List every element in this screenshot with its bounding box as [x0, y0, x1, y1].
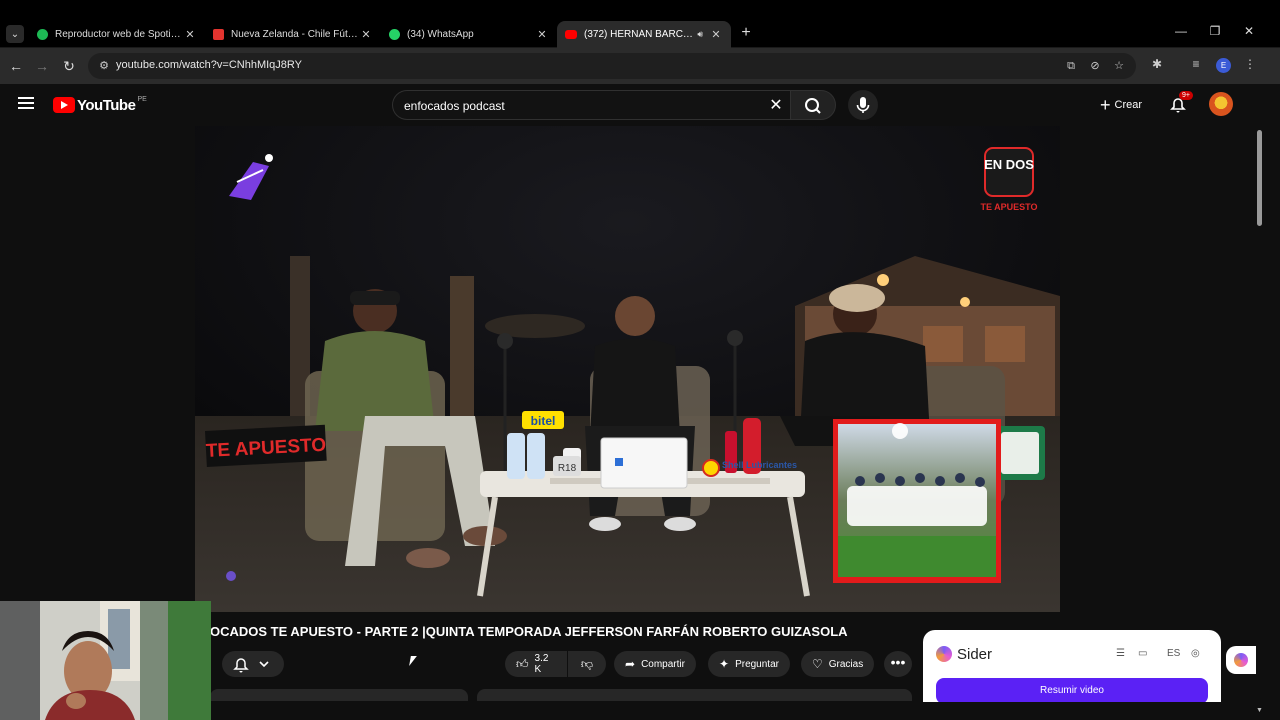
like-count: 3.2 K [534, 653, 549, 675]
browser-tab-futbol[interactable]: Nueva Zelanda - Chile Fútbol C ✕ [205, 21, 381, 48]
microphone-icon [856, 97, 870, 113]
country-code: PE [137, 95, 147, 103]
tab-title: (372) HERNÁN BARCOS EN [584, 29, 698, 40]
browser-tab-spotify[interactable]: Reproductor web de Spotify: m ✕ [29, 21, 205, 48]
summarize-video-button[interactable]: Resumir video [936, 678, 1208, 702]
close-tab-icon[interactable]: ✕ [183, 28, 197, 41]
shell-sponsor-text: Shell Lubricantes [722, 460, 797, 470]
reload-button[interactable]: ↻ [59, 56, 79, 76]
clear-search-icon[interactable]: ✕ [766, 96, 786, 116]
logo-text: YouTube [77, 96, 136, 114]
tab-title: Nueva Zelanda - Chile Fútbol C [231, 29, 359, 40]
create-label: Crear [1114, 99, 1143, 111]
en-dos-logo: EN DOS [984, 157, 1034, 172]
sider-icon [1234, 653, 1248, 667]
list-view-icon[interactable]: ☰ [1116, 648, 1125, 659]
eye-off-icon[interactable]: ⊘ [1086, 57, 1104, 75]
browser-menu-icon[interactable]: ⋮ [1241, 57, 1259, 71]
youtube-play-icon [53, 97, 75, 113]
sider-toggle-button[interactable] [1226, 646, 1256, 674]
browser-toolbar: ← → ↻ ⚙ youtube.com/watch?v=CNhhMIqJ8RY … [0, 48, 1280, 84]
tab-title: (34) WhatsApp [407, 29, 474, 40]
notifications-badge: 9+ [1179, 91, 1193, 100]
close-tab-icon[interactable]: ✕ [535, 28, 549, 41]
new-tab-button[interactable]: + [737, 24, 755, 42]
forward-button[interactable]: → [32, 56, 52, 76]
back-button[interactable]: ← [6, 56, 26, 76]
browser-tab-whatsapp[interactable]: (34) WhatsApp ✕ [381, 21, 557, 48]
notification-settings-button[interactable] [222, 651, 284, 677]
site-settings-icon[interactable]: ⚙ [95, 57, 113, 75]
extensions-icon[interactable]: ✱ [1148, 57, 1166, 71]
te-apuesto-small-logo: TE APUESTO [980, 202, 1037, 212]
settings-icon[interactable]: ◎ [1191, 648, 1200, 659]
more-actions-button[interactable]: ••• [884, 651, 912, 677]
minimize-button[interactable]: — [1171, 24, 1191, 38]
close-tab-icon[interactable]: ✕ [709, 28, 723, 41]
tab-search-button[interactable]: ⌄ [6, 25, 24, 43]
more-icon: ••• [890, 654, 906, 670]
search-button[interactable] [790, 90, 836, 120]
thanks-icon: ♡ [812, 657, 823, 671]
dislike-button[interactable]: 👎︎ [568, 651, 606, 677]
menu-icon[interactable] [18, 97, 34, 109]
bell-icon [233, 658, 269, 673]
restore-button[interactable]: ❐ [1205, 24, 1225, 38]
thumbs-up-icon: 👍︎ [516, 656, 529, 671]
bitel-logo-text: bitel [531, 414, 556, 428]
sider-panel: Sider ☰ ▭ ES ◎ Resumir video [923, 630, 1221, 702]
r18-label: R18 [558, 463, 577, 474]
sider-logo-icon [936, 646, 952, 662]
page-scrollbar[interactable]: ▼ [1254, 126, 1265, 714]
tab-title: Reproductor web de Spotify: m [55, 29, 183, 40]
mouse-cursor [409, 656, 417, 666]
b-icon [213, 29, 224, 40]
account-avatar[interactable] [1209, 92, 1233, 116]
close-window-button[interactable]: ✕ [1239, 24, 1259, 38]
youtube-masthead: YouTube PE enfocados podcast ✕ + Crear 9… [0, 84, 1280, 126]
media-control-icon[interactable]: ≡ [1187, 57, 1205, 71]
search-icon [805, 98, 821, 114]
voice-search-button[interactable] [848, 90, 878, 120]
profile-avatar[interactable]: E [1216, 58, 1231, 73]
plus-icon: + [1100, 94, 1111, 115]
url-text[interactable]: youtube.com/watch?v=CNhhMIqJ8RY [116, 59, 302, 71]
sider-name: Sider [957, 646, 993, 663]
webcam-image [0, 601, 211, 720]
browser-tab-youtube[interactable]: (372) HERNÁN BARCOS EN 🔊︎ ✕ [557, 21, 731, 48]
ask-button[interactable]: ✦ Preguntar [708, 651, 790, 677]
video-title: OCADOS TE APUESTO - PARTE 2 |QUINTA TEMP… [210, 624, 848, 639]
subtitle-view-icon[interactable]: ▭ [1138, 648, 1147, 659]
youtube-logo[interactable]: YouTube PE [53, 96, 147, 114]
webcam-overlay [0, 601, 211, 720]
search-input[interactable]: enfocados podcast [404, 99, 505, 113]
ask-label: Preguntar [735, 658, 779, 670]
thanks-label: Gracias [828, 658, 864, 670]
close-tab-icon[interactable]: ✕ [359, 28, 373, 41]
create-button[interactable]: + Crear [1092, 90, 1150, 120]
language-selector[interactable]: ES [1167, 648, 1180, 659]
chips-bar-edge [477, 689, 912, 701]
install-app-icon[interactable]: ⧉ [1062, 57, 1080, 75]
scroll-down-arrow[interactable]: ▼ [1256, 707, 1263, 714]
browser-tab-strip: ⌄ Reproductor web de Spotify: m ✕ Nueva … [0, 0, 1280, 48]
video-frame: bitel R18 Shell Lubricantes TE APUESTO E… [195, 126, 1060, 612]
thanks-button[interactable]: ♡ Gracias [801, 651, 875, 677]
thumbs-down-icon: 👎︎ [580, 656, 594, 671]
bookmark-star-icon[interactable]: ☆ [1110, 57, 1128, 75]
description-box-edge [210, 689, 468, 701]
share-button[interactable]: ➦ Compartir [614, 651, 696, 677]
youtube-icon [565, 30, 577, 39]
video-player[interactable]: bitel R18 Shell Lubricantes TE APUESTO E… [195, 126, 1060, 612]
address-bar[interactable]: ⚙ youtube.com/watch?v=CNhhMIqJ8RY ⧉ ⊘ ☆ [88, 53, 1136, 79]
like-button[interactable]: 👍︎ 3.2 K [505, 651, 567, 677]
scrollbar-thumb[interactable] [1257, 130, 1262, 226]
share-label: Compartir [641, 658, 685, 670]
speaker-icon[interactable]: 🔊︎ [697, 29, 703, 40]
share-icon: ➦ [625, 657, 636, 671]
spotify-icon [37, 29, 48, 40]
search-box[interactable]: enfocados podcast ✕ [392, 90, 790, 120]
sparkle-icon: ✦ [719, 657, 730, 671]
whatsapp-icon [389, 29, 400, 40]
